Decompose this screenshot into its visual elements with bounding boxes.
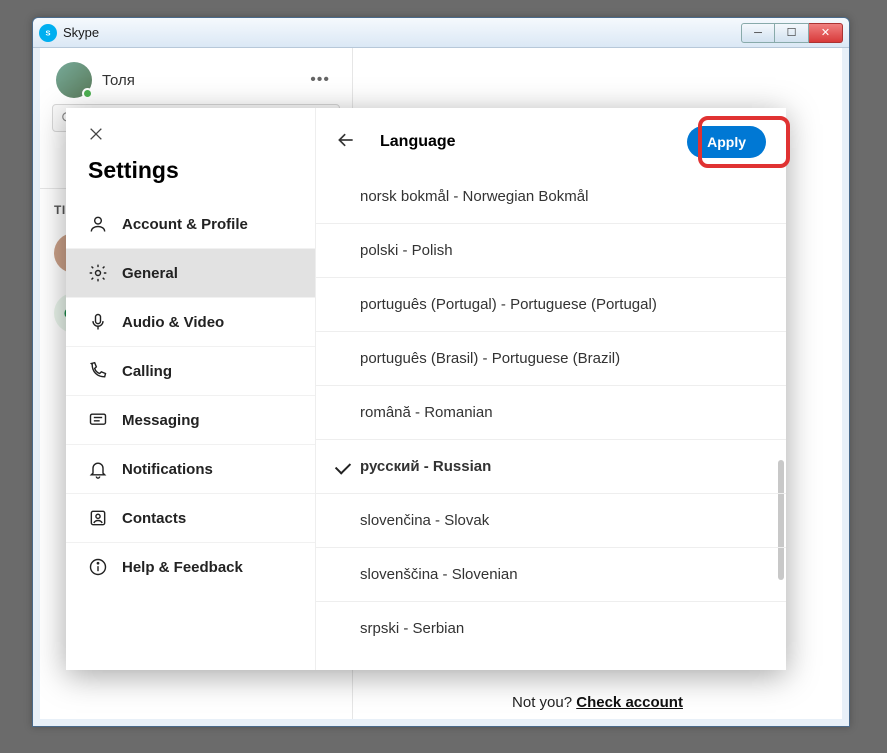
presence-dot-icon bbox=[82, 88, 93, 99]
arrow-left-icon bbox=[336, 130, 356, 150]
person-icon bbox=[88, 214, 108, 234]
not-you-text: Not you? Check account bbox=[512, 694, 683, 711]
close-settings-button[interactable] bbox=[66, 108, 315, 153]
microphone-icon bbox=[88, 312, 108, 332]
back-button[interactable] bbox=[336, 130, 356, 155]
more-menu-button[interactable]: ••• bbox=[304, 67, 336, 93]
nav-audio-video[interactable]: Audio & Video bbox=[66, 298, 315, 347]
nav-account-profile[interactable]: Account & Profile bbox=[66, 200, 315, 249]
nav-help-feedback[interactable]: Help & Feedback bbox=[66, 543, 315, 591]
window-title: Skype bbox=[63, 25, 99, 40]
language-option[interactable]: română - Romanian bbox=[316, 386, 786, 440]
window-frame: S Skype ─ ☐ ✕ Толя ••• Sea bbox=[32, 17, 850, 727]
nav-calling[interactable]: Calling bbox=[66, 347, 315, 396]
maximize-button[interactable]: ☐ bbox=[775, 23, 809, 43]
language-list[interactable]: norsk bokmål - Norwegian Bokmålpolski - … bbox=[316, 170, 786, 670]
avatar[interactable] bbox=[56, 62, 92, 98]
close-window-button[interactable]: ✕ bbox=[809, 23, 843, 43]
info-icon bbox=[88, 557, 108, 577]
message-icon bbox=[88, 410, 108, 430]
minimize-button[interactable]: ─ bbox=[741, 23, 775, 43]
apply-button[interactable]: Apply bbox=[687, 126, 766, 158]
titlebar[interactable]: S Skype ─ ☐ ✕ bbox=[33, 18, 849, 48]
nav-general[interactable]: General bbox=[66, 249, 315, 298]
language-option[interactable]: português (Portugal) - Portuguese (Portu… bbox=[316, 278, 786, 332]
gear-icon bbox=[88, 263, 108, 283]
close-icon bbox=[88, 126, 104, 142]
nav-contacts[interactable]: Contacts bbox=[66, 494, 315, 543]
check-account-link[interactable]: Check account bbox=[576, 694, 683, 711]
nav-messaging[interactable]: Messaging bbox=[66, 396, 315, 445]
profile-name[interactable]: Толя bbox=[102, 72, 294, 89]
settings-title: Settings bbox=[66, 153, 315, 200]
bell-icon bbox=[88, 459, 108, 479]
language-option[interactable]: português (Brasil) - Portuguese (Brazil) bbox=[316, 332, 786, 386]
language-option[interactable]: slovenščina - Slovenian bbox=[316, 548, 786, 602]
phone-icon bbox=[88, 361, 108, 381]
nav-notifications[interactable]: Notifications bbox=[66, 445, 315, 494]
contacts-icon bbox=[88, 508, 108, 528]
skype-logo-icon: S bbox=[39, 24, 57, 42]
language-option[interactable]: norsk bokmål - Norwegian Bokmål bbox=[316, 170, 786, 224]
page-title: Language bbox=[380, 133, 663, 151]
language-option[interactable]: slovenčina - Slovak bbox=[316, 494, 786, 548]
language-option[interactable]: polski - Polish bbox=[316, 224, 786, 278]
language-option[interactable]: srpski - Serbian bbox=[316, 602, 786, 655]
settings-panel: Settings Account & Profile General Audio… bbox=[66, 108, 786, 670]
svg-text:S: S bbox=[45, 28, 50, 37]
language-option[interactable]: русский - Russian bbox=[316, 440, 786, 494]
